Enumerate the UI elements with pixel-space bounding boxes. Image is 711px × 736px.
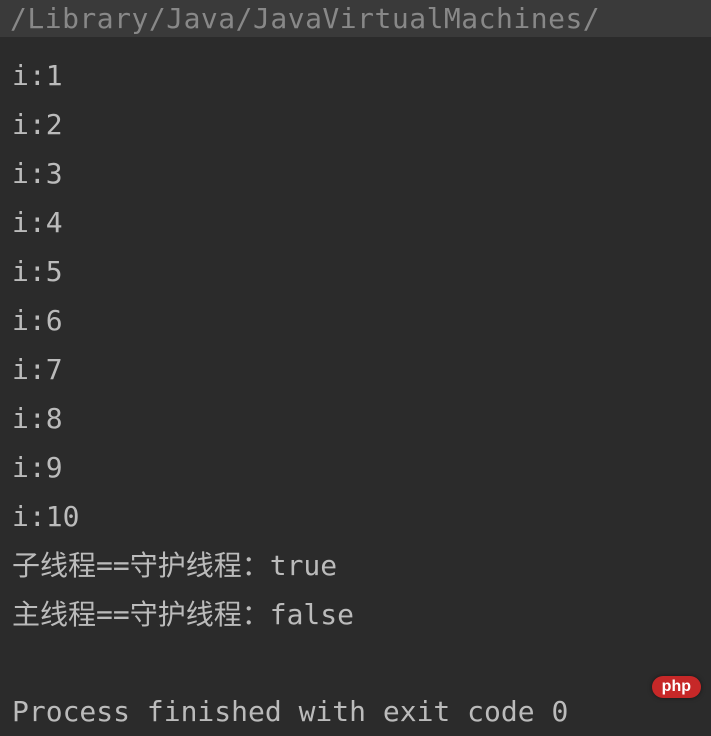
output-line: i:7 (12, 345, 699, 394)
output-line: i:2 (12, 100, 699, 149)
output-line: i:10 (12, 492, 699, 541)
output-line: 子线程==守护线程：true (12, 541, 699, 590)
watermark-text: php (652, 676, 701, 698)
output-line: i:6 (12, 296, 699, 345)
watermark: php (652, 676, 701, 698)
output-line: 主线程==守护线程：false (12, 590, 699, 639)
output-line: i:3 (12, 149, 699, 198)
command-path-text: /Library/Java/JavaVirtualMachines/ (10, 2, 600, 35)
output-line: i:8 (12, 394, 699, 443)
output-line: i:5 (12, 247, 699, 296)
output-line: i:1 (12, 51, 699, 100)
output-line: i:9 (12, 443, 699, 492)
output-line: i:4 (12, 198, 699, 247)
command-path-bar: /Library/Java/JavaVirtualMachines/ (0, 0, 711, 37)
process-exit-message: Process finished with exit code 0 (12, 687, 568, 736)
console-output: i:1 i:2 i:3 i:4 i:5 i:6 i:7 i:8 i:9 i:10… (0, 37, 711, 653)
